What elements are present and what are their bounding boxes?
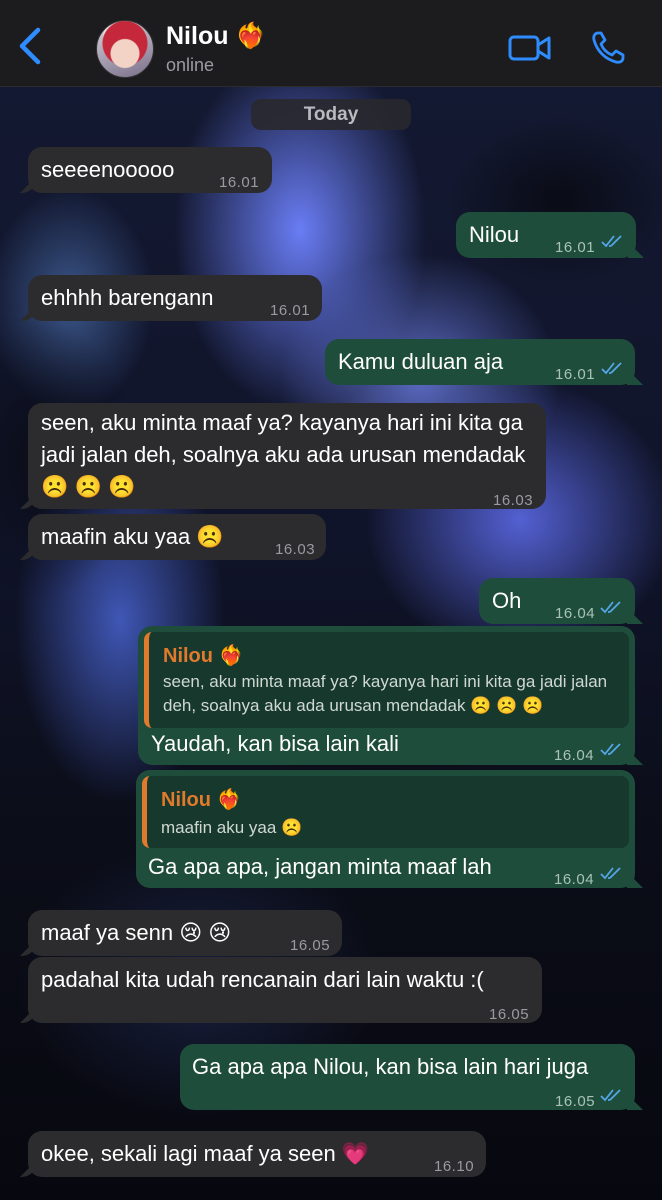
outgoing-message[interactable]: Nilou 16.01	[456, 212, 636, 258]
read-ticks-icon	[601, 235, 622, 248]
outgoing-message[interactable]: Oh 16.04	[479, 578, 635, 624]
incoming-message[interactable]: maaf ya senn 😢 😢 16.05	[28, 910, 342, 956]
quoted-message[interactable]: Nilou ❤️‍🔥 seen, aku minta maaf ya? kaya…	[144, 632, 629, 728]
message-text: maaf ya senn 😢 😢	[41, 920, 232, 945]
incoming-message[interactable]: seeeenooooo 16.01	[28, 147, 272, 193]
message-text: Kamu duluan aja	[338, 349, 504, 374]
message-text: Nilou	[469, 222, 520, 247]
message-text: padahal kita udah rencanain dari lain wa…	[41, 967, 484, 992]
message-text: seeeenooooo	[41, 157, 175, 182]
outgoing-message[interactable]: Ga apa apa Nilou, kan bisa lain hari jug…	[180, 1044, 635, 1110]
message-time: 16.01	[219, 174, 260, 191]
quoted-sender-name: Nilou ❤️‍🔥	[163, 645, 244, 667]
message-time: 16.05	[555, 1093, 596, 1110]
message-time: 16.01	[270, 302, 311, 319]
chat-header: Nilou ❤️‍🔥 online	[0, 0, 662, 87]
incoming-message[interactable]: maafin aku yaa ☹️ 16.03	[28, 514, 326, 560]
message-time: 16.03	[275, 541, 316, 558]
outgoing-reply-message[interactable]: Nilou ❤️‍🔥 seen, aku minta maaf ya? kaya…	[138, 626, 635, 765]
quoted-text: seen, aku minta maaf ya? kayanya hari in…	[163, 672, 608, 715]
contact-name[interactable]: Nilou ❤️‍🔥	[166, 22, 267, 51]
message-text: Yaudah, kan bisa lain kali	[151, 731, 399, 756]
outgoing-message[interactable]: Kamu duluan aja 16.01	[325, 339, 635, 385]
video-camera-icon[interactable]	[508, 32, 552, 64]
back-chevron-icon[interactable]	[14, 26, 48, 66]
incoming-message[interactable]: padahal kita udah rencanain dari lain wa…	[28, 957, 542, 1023]
avatar[interactable]	[96, 20, 154, 78]
message-text: okee, sekali lagi maaf ya seen 💗	[41, 1141, 370, 1166]
quoted-text: maafin aku yaa ☹️	[161, 818, 303, 837]
message-text: maafin aku yaa ☹️	[41, 524, 224, 549]
read-ticks-icon	[600, 743, 621, 756]
message-text: Ga apa apa, jangan minta maaf lah	[148, 854, 492, 879]
read-ticks-icon	[600, 867, 621, 880]
message-time: 16.01	[555, 239, 596, 256]
message-text: seen, aku minta maaf ya? kayanya hari in…	[41, 410, 526, 499]
message-time: 16.05	[489, 1006, 530, 1023]
contact-status: online	[166, 55, 215, 75]
message-text: Ga apa apa Nilou, kan bisa lain hari jug…	[192, 1054, 589, 1079]
phone-icon[interactable]	[590, 30, 626, 66]
incoming-message[interactable]: seen, aku minta maaf ya? kayanya hari in…	[28, 403, 546, 509]
incoming-message[interactable]: ehhhh barengann 16.01	[28, 275, 322, 321]
message-time: 16.10	[434, 1158, 475, 1175]
quoted-sender-name: Nilou ❤️‍🔥	[161, 789, 242, 811]
message-time: 16.04	[554, 871, 595, 888]
incoming-message[interactable]: okee, sekali lagi maaf ya seen 💗 16.10	[28, 1131, 486, 1177]
outgoing-reply-message[interactable]: Nilou ❤️‍🔥 maafin aku yaa ☹️ Ga apa apa,…	[136, 770, 635, 888]
message-text: Oh	[492, 588, 522, 613]
message-time: 16.03	[493, 492, 534, 509]
message-text: ehhhh barengann	[41, 285, 214, 310]
date-separator: Today	[251, 99, 411, 130]
read-ticks-icon	[600, 1089, 621, 1102]
message-time: 16.01	[555, 366, 596, 383]
message-time: 16.04	[554, 747, 595, 764]
read-ticks-icon	[601, 362, 622, 375]
quoted-message[interactable]: Nilou ❤️‍🔥 maafin aku yaa ☹️	[142, 776, 629, 848]
read-ticks-icon	[600, 601, 621, 614]
